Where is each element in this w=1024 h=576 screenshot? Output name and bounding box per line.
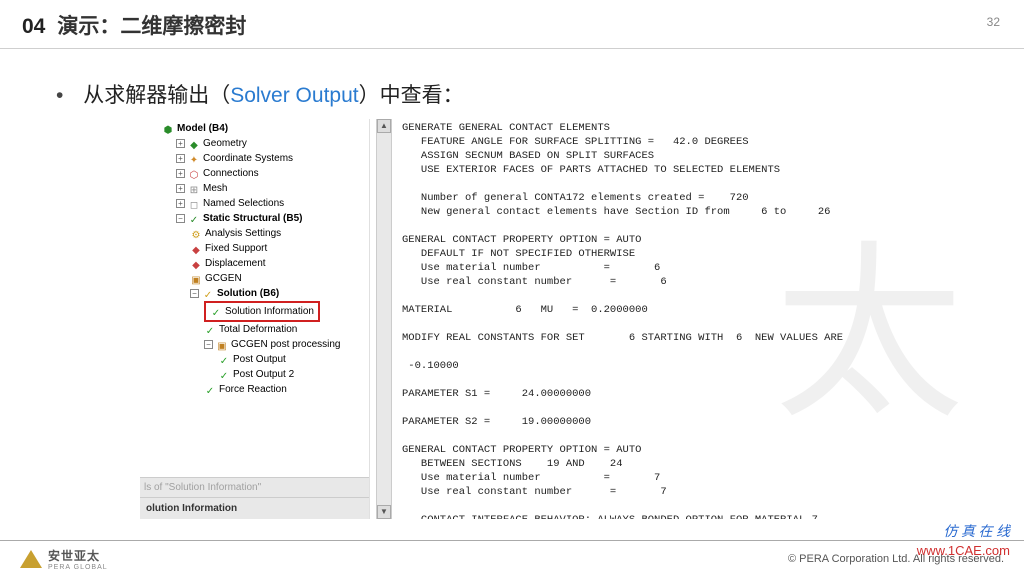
tree-item-label: Total Deformation (219, 322, 297, 337)
tree-item-label: Solution Information (225, 304, 314, 319)
expand-icon[interactable]: + (176, 169, 185, 178)
tree-item-label: Named Selections (203, 196, 284, 211)
expand-icon[interactable]: − (190, 289, 199, 298)
tree-item-label: Force Reaction (219, 382, 287, 397)
expand-icon[interactable]: + (176, 154, 185, 163)
tree-item[interactable]: −▣GCGEN post processing (146, 337, 369, 352)
tree-item-label: Displacement (205, 256, 266, 271)
tree-item[interactable]: ▣GCGEN (146, 271, 369, 286)
tree-item-icon: ✦ (188, 153, 200, 164)
tree-scrollbar[interactable]: ▲ ▼ (376, 119, 392, 519)
solver-output: GENERATE GENERAL CONTACT ELEMENTS FEATUR… (398, 119, 1024, 519)
bullet-dot: • (56, 84, 63, 107)
tree-item[interactable]: ✓Force Reaction (146, 382, 369, 397)
tree-item-label: Geometry (203, 136, 247, 151)
tree-item-icon: ✓ (210, 306, 222, 317)
tree-item-label: Post Output 2 (233, 367, 294, 382)
tree-item-icon: ⊞ (188, 183, 200, 194)
footer: 安世亚太 PERA GLOBAL © PERA Corporation Ltd.… (0, 540, 1024, 576)
tree-item-icon: ◻ (188, 198, 200, 209)
tree-item[interactable]: −✓Solution (B6) (146, 286, 369, 301)
tree-item-icon: ⬡ (188, 168, 200, 179)
tree-item[interactable]: −✓Static Structural (B5) (146, 211, 369, 226)
tree-item[interactable]: +◆Geometry (146, 136, 369, 151)
expand-icon[interactable]: + (176, 184, 185, 193)
tree-item-icon: ✓ (218, 369, 230, 380)
tree-item[interactable]: +⊞Mesh (146, 181, 369, 196)
tree-item-icon: ✓ (204, 384, 216, 395)
model-icon: ⬢ (162, 123, 174, 134)
tree-item-label: Connections (203, 166, 259, 181)
bullet-text: • 从求解器输出（Solver Output）中查看： (56, 79, 1024, 109)
tree-item-label: GCGEN (205, 271, 242, 286)
bullet-highlight: Solver Output (230, 84, 358, 107)
tree-item-icon: ▣ (216, 339, 228, 350)
tree-item[interactable]: ◆Displacement (146, 256, 369, 271)
tree-item-label: Mesh (203, 181, 227, 196)
tree-item[interactable]: ⚙Analysis Settings (146, 226, 369, 241)
tree-item[interactable]: ✓Solution Information (146, 301, 369, 322)
tree-footer-2: olution Information (140, 497, 369, 519)
section-number: 04 (22, 15, 45, 39)
scroll-down-icon[interactable]: ▼ (377, 505, 391, 519)
tree-item[interactable]: +◻Named Selections (146, 196, 369, 211)
tree-item[interactable]: ◆Fixed Support (146, 241, 369, 256)
site-wm-cn: 仿 真 在 线 (917, 524, 1010, 542)
model-tree: ⬢ Model (B4) +◆Geometry+✦Coordinate Syst… (140, 119, 370, 519)
tree-item-label: Coordinate Systems (203, 151, 293, 166)
tree-item-icon: ✓ (202, 288, 214, 299)
bullet-prefix: 从求解器输出（ (83, 84, 230, 107)
tree-item-icon: ✓ (218, 354, 230, 365)
tree-footer-1: ls of "Solution Information" (140, 477, 369, 497)
expand-icon[interactable]: + (176, 139, 185, 148)
tree-root[interactable]: ⬢ Model (B4) (146, 121, 369, 136)
site-wm-url: www.1CAE.com (917, 542, 1010, 560)
tree-item-icon: ◆ (190, 243, 202, 254)
brand-sub: PERA GLOBAL (48, 564, 108, 571)
tree-item[interactable]: ✓Post Output 2 (146, 367, 369, 382)
page-number: 32 (987, 15, 1000, 29)
tree-item[interactable]: ✓Total Deformation (146, 322, 369, 337)
tree-item-icon: ✓ (188, 213, 200, 224)
site-watermark: 仿 真 在 线 www.1CAE.com (917, 524, 1010, 560)
tree-root-label: Model (B4) (177, 121, 228, 136)
tree-item[interactable]: +✦Coordinate Systems (146, 151, 369, 166)
tree-item-icon: ✓ (204, 324, 216, 335)
bullet-suffix: ）中查看： (359, 84, 464, 107)
section-title: 演示：二维摩擦密封 (57, 10, 246, 40)
tree-item-label: Fixed Support (205, 241, 267, 256)
logo-icon (20, 550, 42, 568)
tree-item-label: Post Output (233, 352, 286, 367)
tree-item-icon: ◆ (190, 258, 202, 269)
tree-item[interactable]: ✓Post Output (146, 352, 369, 367)
tree-item-icon: ◆ (188, 138, 200, 149)
scroll-up-icon[interactable]: ▲ (377, 119, 391, 133)
brand-name: 安世亚太 (48, 547, 108, 564)
tree-item-label: Solution (B6) (217, 286, 279, 301)
tree-item-icon: ⚙ (190, 228, 202, 239)
expand-icon[interactable]: − (204, 340, 213, 349)
tree-item-label: Analysis Settings (205, 226, 281, 241)
tree-item-label: GCGEN post processing (231, 337, 341, 352)
tree-item-icon: ▣ (190, 273, 202, 284)
tree-item[interactable]: +⬡Connections (146, 166, 369, 181)
expand-icon[interactable]: − (176, 214, 185, 223)
expand-icon[interactable]: + (176, 199, 185, 208)
tree-item-label: Static Structural (B5) (203, 211, 302, 226)
